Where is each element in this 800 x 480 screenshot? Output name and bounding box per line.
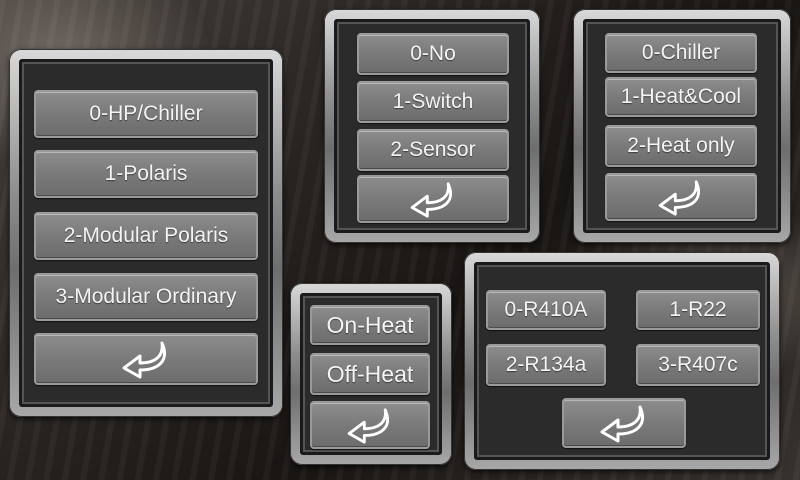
- refrigerant-panel: 0-R410A 1-R22 2-R134a 3-R407c: [464, 252, 780, 470]
- return-arrow-icon: [600, 405, 644, 443]
- option-r410a-button[interactable]: 0-R410A: [486, 290, 606, 330]
- back-button[interactable]: [562, 398, 686, 448]
- switch-panel: 0-No 1-Switch 2-Sensor: [324, 9, 540, 243]
- back-button[interactable]: [605, 173, 757, 221]
- hp-type-panel: 0-HP/Chiller 1-Polaris 2-Modular Polaris…: [9, 49, 283, 417]
- option-modular-ordinary-button[interactable]: 3-Modular Ordinary: [34, 273, 258, 321]
- return-arrow-icon: [122, 341, 166, 379]
- back-button[interactable]: [357, 175, 509, 223]
- back-button[interactable]: [310, 401, 430, 449]
- option-modular-polaris-button[interactable]: 2-Modular Polaris: [34, 212, 258, 260]
- option-no-button[interactable]: 0-No: [357, 33, 509, 75]
- option-sensor-button[interactable]: 2-Sensor: [357, 129, 509, 171]
- return-arrow-icon: [658, 180, 700, 216]
- return-arrow-icon: [347, 408, 389, 444]
- option-on-heat-button[interactable]: On-Heat: [310, 305, 430, 345]
- mode-panel: 0-Chiller 1-Heat&Cool 2-Heat only: [573, 9, 791, 243]
- option-r22-button[interactable]: 1-R22: [636, 290, 760, 330]
- option-r134a-button[interactable]: 2-R134a: [486, 344, 606, 386]
- option-chiller-button[interactable]: 0-Chiller: [605, 33, 757, 73]
- heat-panel: On-Heat Off-Heat: [290, 283, 452, 465]
- option-polaris-button[interactable]: 1-Polaris: [34, 150, 258, 198]
- option-heat-cool-button[interactable]: 1-Heat&Cool: [605, 77, 757, 117]
- option-heat-only-button[interactable]: 2-Heat only: [605, 125, 757, 167]
- return-arrow-icon: [410, 182, 452, 218]
- option-r407c-button[interactable]: 3-R407c: [636, 344, 760, 386]
- option-off-heat-button[interactable]: Off-Heat: [310, 353, 430, 395]
- option-switch-button[interactable]: 1-Switch: [357, 81, 509, 123]
- back-button[interactable]: [34, 333, 258, 385]
- option-hp-chiller-button[interactable]: 0-HP/Chiller: [34, 90, 258, 138]
